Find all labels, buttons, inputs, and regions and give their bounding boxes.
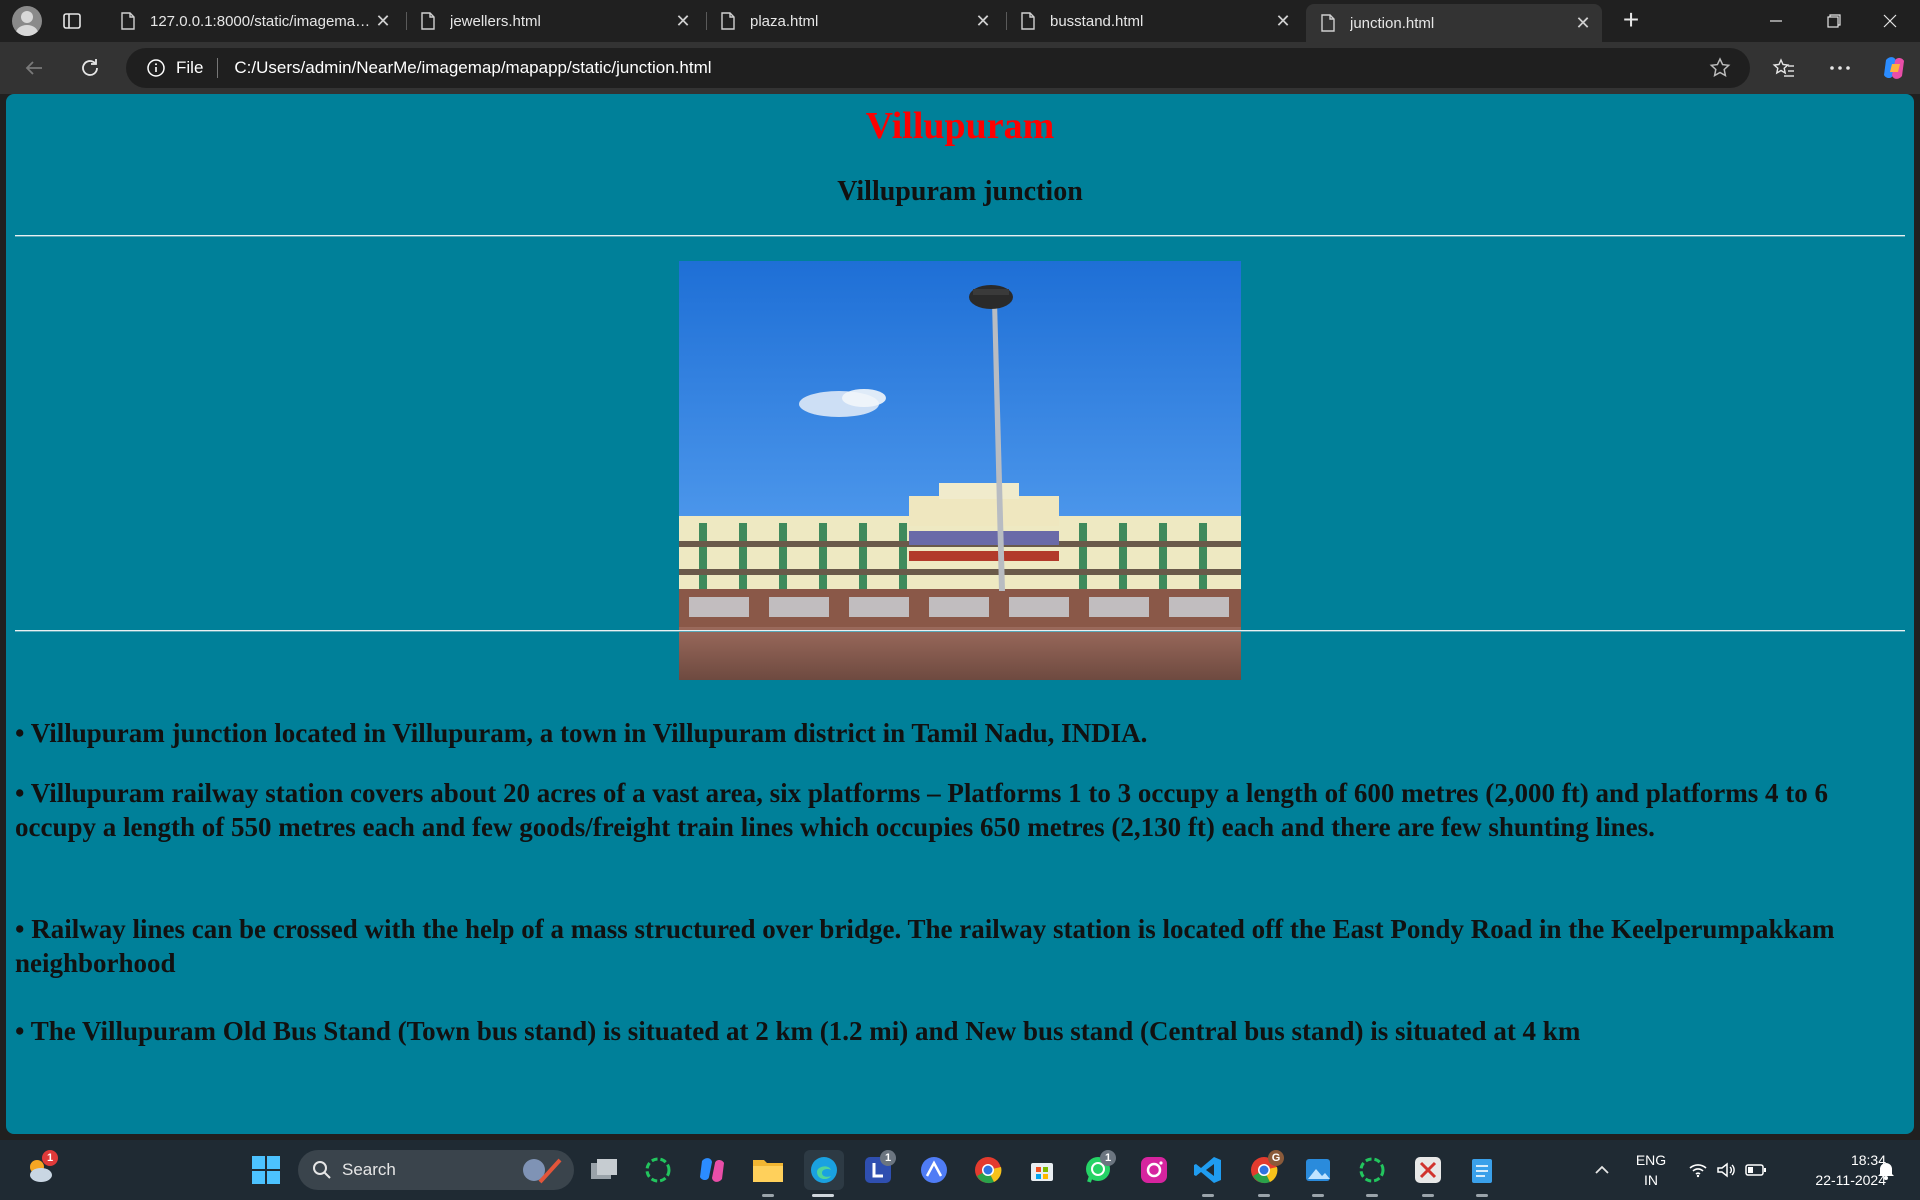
copilot-taskbar-icon[interactable] xyxy=(694,1152,730,1188)
notification-bell-icon[interactable] xyxy=(1872,1152,1900,1188)
windows-taskbar: 1 Search 1 1 G ENG IN 18:34 22-11-2024 xyxy=(0,1140,1920,1200)
weather-badge: 1 xyxy=(42,1150,58,1166)
tab-junction[interactable]: junction.html ✕ xyxy=(1306,4,1602,42)
url-text[interactable]: C:/Users/admin/NearMe/imagemap/mapapp/st… xyxy=(234,58,1708,78)
page-icon xyxy=(1321,14,1335,32)
copilot-icon[interactable] xyxy=(1880,54,1908,82)
region-code: IN xyxy=(1644,1172,1658,1188)
info-icon[interactable] xyxy=(146,58,166,78)
address-bar[interactable]: File C:/Users/admin/NearMe/imagemap/mapa… xyxy=(126,48,1750,88)
app-green-ring-2-icon[interactable] xyxy=(1354,1152,1390,1188)
close-window-icon[interactable] xyxy=(1862,0,1918,42)
running-indicator xyxy=(1258,1194,1270,1197)
app-badge: 1 xyxy=(880,1150,896,1166)
taskbar-search[interactable]: Search xyxy=(298,1150,574,1190)
tab-title: plaza.html xyxy=(750,12,819,30)
page-title: Villupuram xyxy=(865,105,1055,147)
language-code: ENG xyxy=(1635,1152,1667,1168)
tab-imagemap[interactable]: 127.0.0.1:8000/static/imagemap.html ✕ xyxy=(106,4,402,38)
close-icon[interactable]: ✕ xyxy=(974,12,992,30)
clock-time: 18:34 xyxy=(1850,1152,1886,1168)
page-icon xyxy=(721,12,735,30)
clock[interactable]: 18:34 22-11-2024 xyxy=(1776,1150,1886,1190)
more-options-icon[interactable] xyxy=(1826,54,1854,82)
horizontal-rule xyxy=(15,630,1905,632)
new-tab-button[interactable]: + xyxy=(1618,6,1644,34)
snipping-tool-icon[interactable] xyxy=(1410,1152,1446,1188)
list-item: • The Villupuram Old Bus Stand (Town bus… xyxy=(15,1016,1581,1046)
divider xyxy=(217,58,219,78)
whatsapp-badge: 1 xyxy=(1100,1150,1116,1166)
clock-date: 22-11-2024 xyxy=(1815,1172,1886,1188)
search-highlight-icon xyxy=(523,1158,562,1184)
app-green-ring-icon[interactable] xyxy=(640,1152,676,1188)
running-indicator xyxy=(1312,1194,1324,1197)
horizontal-rule xyxy=(15,235,1905,237)
tab-jewellers[interactable]: jewellers.html ✕ xyxy=(406,4,702,38)
running-indicator xyxy=(1476,1194,1488,1197)
favorites-icon[interactable] xyxy=(1770,54,1798,82)
vscode-icon[interactable] xyxy=(1190,1152,1226,1188)
browser-toolbar: File C:/Users/admin/NearMe/imagemap/mapa… xyxy=(0,42,1920,94)
tab-actions-icon[interactable] xyxy=(62,11,82,31)
profile-badge: G xyxy=(1268,1150,1284,1166)
back-icon[interactable] xyxy=(20,54,48,82)
profile-avatar-icon[interactable] xyxy=(12,6,42,36)
tab-title: busstand.html xyxy=(1050,12,1144,30)
chevron-up-icon[interactable] xyxy=(1584,1152,1620,1188)
active-indicator xyxy=(812,1194,834,1197)
refresh-icon[interactable] xyxy=(76,54,104,82)
list-item: • Railway lines can be crossed with the … xyxy=(15,914,1835,978)
running-indicator xyxy=(1422,1194,1434,1197)
tab-title: jewellers.html xyxy=(450,12,541,30)
chrome-icon[interactable] xyxy=(970,1152,1006,1188)
task-view-icon[interactable] xyxy=(586,1152,622,1188)
railway-station-photo xyxy=(679,261,1241,680)
photos-icon[interactable] xyxy=(1300,1152,1336,1188)
close-icon[interactable]: ✕ xyxy=(674,12,692,30)
start-icon[interactable] xyxy=(248,1152,284,1188)
instagram-icon[interactable] xyxy=(1136,1152,1172,1188)
wifi-icon[interactable] xyxy=(1684,1152,1712,1188)
restore-icon[interactable] xyxy=(1806,0,1862,42)
minimize-icon[interactable] xyxy=(1748,0,1804,42)
microsoft-store-icon[interactable] xyxy=(1024,1152,1060,1188)
tab-plaza[interactable]: plaza.html ✕ xyxy=(706,4,1002,38)
edge-icon[interactable] xyxy=(804,1150,844,1190)
language-indicator[interactable]: ENG IN xyxy=(1626,1150,1676,1190)
page-icon xyxy=(121,12,135,30)
running-indicator xyxy=(1366,1194,1378,1197)
volume-icon[interactable] xyxy=(1712,1152,1740,1188)
close-icon[interactable]: ✕ xyxy=(374,12,392,30)
search-icon xyxy=(313,1161,331,1179)
list-item: • Villupuram railway station covers abou… xyxy=(15,778,1829,842)
running-indicator xyxy=(762,1194,774,1197)
page-icon xyxy=(1021,12,1035,30)
tab-title: junction.html xyxy=(1350,14,1435,32)
tab-title: 127.0.0.1:8000/static/imagemap.html xyxy=(150,12,374,30)
running-indicator xyxy=(1202,1194,1214,1197)
page-viewport: Villupuram Villupuram junction • Villupu… xyxy=(6,94,1914,1134)
notepad-icon[interactable] xyxy=(1464,1152,1500,1188)
close-icon[interactable]: ✕ xyxy=(1274,12,1292,30)
page-subtitle: Villupuram junction xyxy=(837,176,1083,207)
search-label: Search xyxy=(342,1160,396,1179)
tab-busstand[interactable]: busstand.html ✕ xyxy=(1006,4,1302,38)
app-triangle-icon[interactable] xyxy=(916,1152,952,1188)
list-item: • Villupuram junction located in Villupu… xyxy=(15,718,1148,748)
close-icon[interactable]: ✕ xyxy=(1574,14,1592,32)
tab-strip: 127.0.0.1:8000/static/imagemap.html ✕ je… xyxy=(0,0,1920,42)
file-explorer-icon[interactable] xyxy=(750,1152,786,1188)
battery-icon[interactable] xyxy=(1742,1152,1770,1188)
page-icon xyxy=(421,12,435,30)
favorite-star-icon[interactable] xyxy=(1708,56,1732,80)
scheme-label: File xyxy=(176,58,204,77)
